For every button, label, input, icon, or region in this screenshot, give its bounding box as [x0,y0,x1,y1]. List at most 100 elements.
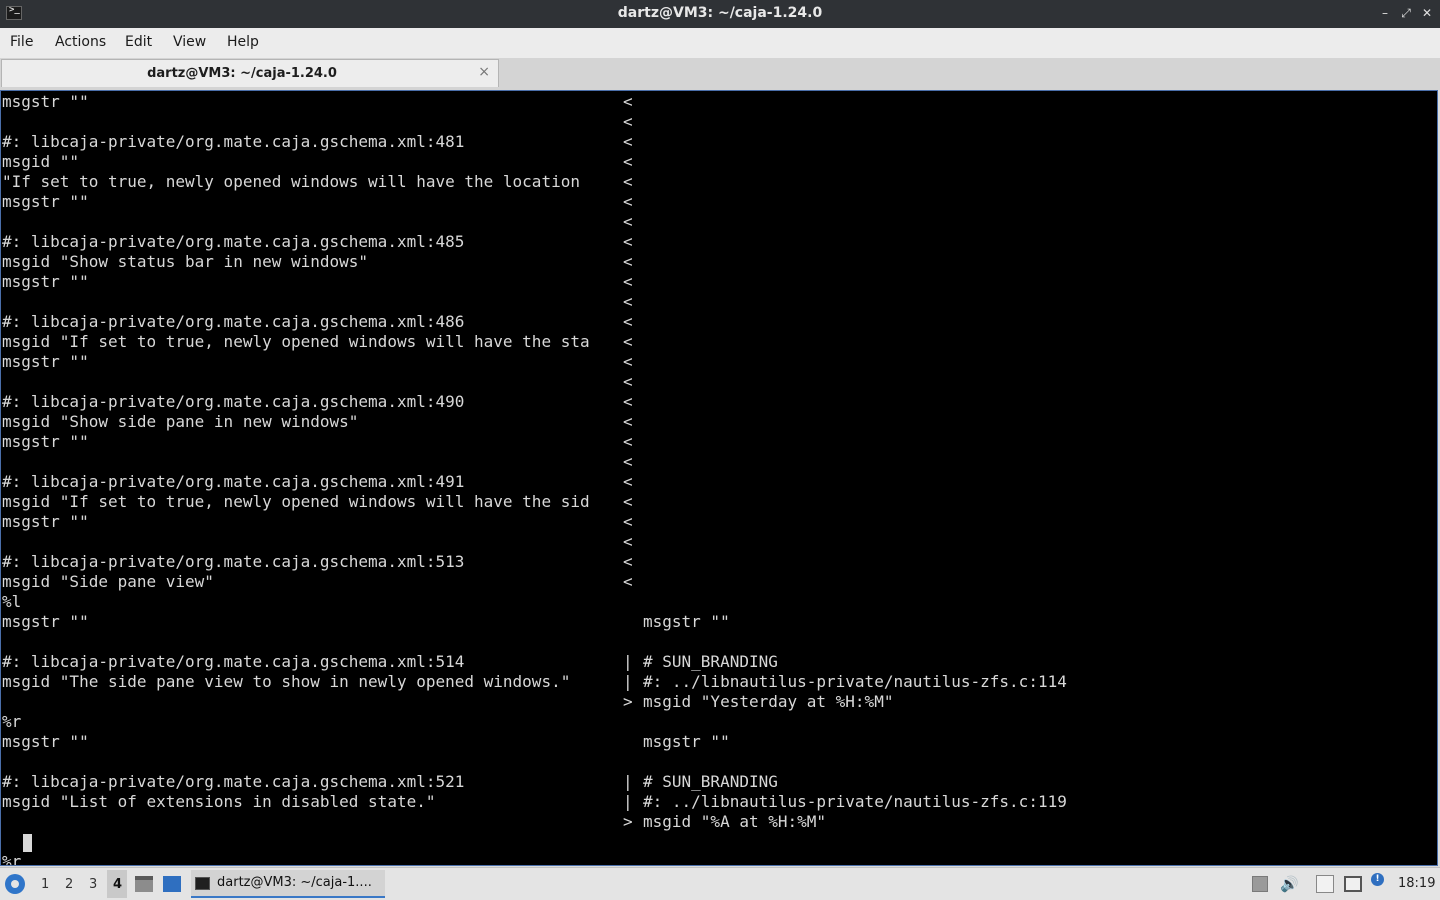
left-pane-text: msgstr "" [2,192,89,211]
menu-help[interactable]: Help [227,34,259,50]
diff-marker: < [623,532,633,551]
menu-actions[interactable]: Actions [55,34,106,50]
right-pane-text: #: ../libnautilus-private/nautilus-zfs.c… [643,672,1067,691]
right-pane-text: # SUN_BRANDING [643,772,778,791]
left-pane-text: #: libcaja-private/org.mate.caja.gschema… [2,472,465,491]
minimize-icon[interactable]: – [1376,4,1394,22]
right-pane-text: msgstr "" [643,612,730,631]
diff-marker: > [623,812,633,831]
maximize-icon[interactable]: ⤢ [1397,4,1415,22]
left-pane-text: %r [2,712,22,731]
menu-bar: File Actions Edit View Help [0,28,1440,58]
tab-bar: dartz@VM3: ~/caja-1.24.0 × [0,58,1440,90]
diff-marker: < [623,352,633,371]
right-pane-text: msgid "%A at %H:%M" [643,812,827,831]
show-desktop-icon[interactable] [163,876,181,892]
volume-icon[interactable]: 🔊 [1280,876,1299,892]
right-pane-text: # SUN_BRANDING [643,652,778,671]
diff-marker: < [623,572,633,591]
left-pane-text: msgstr "" [2,352,89,371]
workspace-4[interactable]: 4 [113,877,122,892]
menu-view[interactable]: View [173,34,206,50]
terminal-output[interactable]: msgstr "" < < #: libcaja-private/org.mate.c… [0,90,1438,866]
left-pane-text: #: libcaja-private/org.mate.caja.gschema… [2,232,465,251]
diff-marker: | [623,772,633,791]
diff-marker: < [623,472,633,491]
diff-marker: < [623,292,633,311]
diff-marker: | [623,672,633,691]
left-pane-text: #: libcaja-private/org.mate.caja.gschema… [2,132,465,151]
diff-marker: < [623,172,633,191]
window-titlebar[interactable]: >_ dartz@VM3: ~/caja-1.24.0 – ⤢ ✕ [0,0,1440,28]
terminal-icon [195,877,210,890]
clipboard-icon[interactable] [1316,875,1334,893]
left-pane-text: msgid "If set to true, newly opened wind… [2,332,590,351]
right-pane-text: #: ../libnautilus-private/nautilus-zfs.c… [643,792,1067,811]
diff-marker: < [623,452,633,471]
left-pane-text: msgid "Show side pane in new windows" [2,412,359,431]
right-pane-text: msgid "Yesterday at %H:%M" [643,692,894,711]
workspace-2[interactable]: 2 [65,877,73,892]
left-pane-text: msgstr "" [2,432,89,451]
keyboard-layout-icon[interactable] [1252,876,1268,892]
taskbar-button-terminal[interactable]: dartz@VM3: ~/caja-1.... [191,870,385,898]
left-pane-text: msgstr "" [2,512,89,531]
tab-close-icon[interactable]: × [478,64,490,80]
left-pane-text: %l [2,592,22,611]
diff-marker: < [623,332,633,351]
diff-marker: < [623,252,633,271]
taskbar-button-label: dartz@VM3: ~/caja-1.... [217,875,372,890]
update-notifier-icon[interactable]: ! [1371,873,1384,886]
left-pane-text: #: libcaja-private/org.mate.caja.gschema… [2,772,465,791]
left-pane-text: #: libcaja-private/org.mate.caja.gschema… [2,652,465,671]
right-pane-text: msgstr "" [643,732,730,751]
network-icon[interactable] [1344,876,1362,892]
diff-marker: > [623,692,633,711]
left-pane-text: msgid "The side pane view to show in new… [2,672,571,691]
left-pane-text: msgid "Side pane view" [2,572,214,591]
terminal-cursor [23,834,32,852]
tab-label: dartz@VM3: ~/caja-1.24.0 [147,66,337,81]
left-pane-text: msgstr "" [2,92,89,111]
tab-terminal[interactable]: dartz@VM3: ~/caja-1.24.0 × [1,59,499,87]
diff-marker: < [623,132,633,151]
workspace-1[interactable]: 1 [41,877,49,892]
left-pane-text: msgstr "" [2,612,89,631]
diff-marker: < [623,112,633,131]
workspace-3[interactable]: 3 [89,877,97,892]
diff-marker: < [623,312,633,331]
close-icon[interactable]: ✕ [1418,4,1436,22]
diff-marker: | [623,652,633,671]
diff-marker: < [623,492,633,511]
taskbar: 1 2 3 4 dartz@VM3: ~/caja-1.... 🔊 ! 18:1… [0,867,1440,900]
left-pane-text: msgid "List of extensions in disabled st… [2,792,436,811]
diff-marker: | [623,792,633,811]
file-manager-icon[interactable] [135,876,153,892]
left-pane-text: %r [2,852,22,866]
menu-edit[interactable]: Edit [125,34,152,50]
left-pane-text: msgid "If set to true, newly opened wind… [2,492,590,511]
diff-marker: < [623,152,633,171]
diff-marker: < [623,432,633,451]
diff-marker: < [623,412,633,431]
left-pane-text: #: libcaja-private/org.mate.caja.gschema… [2,552,465,571]
diff-marker: < [623,192,633,211]
left-pane-text: msgid "Show status bar in new windows" [2,252,369,271]
clock[interactable]: 18:19 [1398,876,1435,891]
left-pane-text: #: libcaja-private/org.mate.caja.gschema… [2,312,465,331]
diff-marker: < [623,392,633,411]
left-pane-text: msgstr "" [2,732,89,751]
left-pane-text: msgstr "" [2,272,89,291]
diff-marker: < [623,552,633,571]
start-menu-icon[interactable] [5,874,25,894]
diff-marker: < [623,232,633,251]
diff-marker: < [623,512,633,531]
menu-file[interactable]: File [10,34,33,50]
window-title: dartz@VM3: ~/caja-1.24.0 [617,5,823,21]
diff-marker: < [623,92,633,111]
diff-marker: < [623,372,633,391]
left-pane-text: "If set to true, newly opened windows wi… [2,172,580,191]
left-pane-text: #: libcaja-private/org.mate.caja.gschema… [2,392,465,411]
diff-marker: < [623,272,633,291]
left-pane-text: msgid "" [2,152,80,171]
